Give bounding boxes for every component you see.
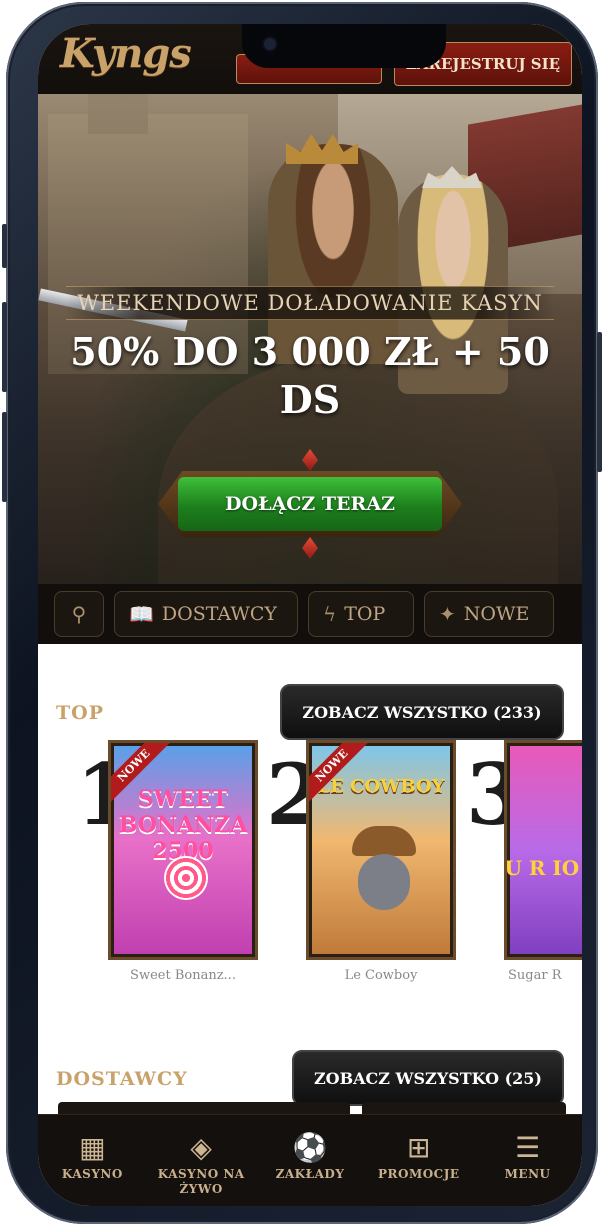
football-icon: ⚽: [292, 1131, 328, 1164]
tab-search[interactable]: ⚲: [54, 591, 104, 637]
phone-frame: Kyngs ZAREJESTRUJ SIĘ WEEKENDOWE DOŁADOW…: [2, 2, 602, 1224]
nav-promotions[interactable]: ⊞ PROMOCJE: [369, 1133, 469, 1182]
lightning-icon: ϟ: [323, 602, 337, 626]
cards-icon: ◈: [190, 1131, 212, 1164]
promo-title: 50% DO 3 000 ZŁ + 50 DS: [70, 329, 550, 422]
mute-switch: [2, 224, 7, 268]
lollipop-icon: [164, 856, 208, 900]
tab-label: DOSTAWCY: [161, 603, 277, 625]
game-title: Sweet Bonanz...: [130, 968, 236, 983]
nav-label: PROMOCJE: [378, 1167, 460, 1181]
game-card[interactable]: SU R IO: [504, 740, 582, 960]
tab-label: TOP: [344, 603, 386, 625]
category-tabs: ⚲ 📖 DOSTAWCY ϟ TOP ✦ NOWE: [38, 584, 582, 644]
game-card[interactable]: SWEET BONANZA 2500 NOWE: [108, 740, 258, 960]
view-all-top-button[interactable]: ZOBACZ WSZYSTKO (233): [280, 684, 564, 740]
nav-label: KASYNO: [61, 1167, 123, 1181]
kyngs-logo[interactable]: Kyngs: [60, 30, 192, 77]
hero-banner[interactable]: WEEKENDOWE DOŁADOWANIE KASYN 50% DO 3 00…: [38, 94, 582, 644]
section-title-providers: DOSTAWCY: [56, 1068, 188, 1090]
game-art-title: SWEET BONANZA 2500: [118, 786, 248, 864]
main-content: TOP ZOBACZ WSZYSTKO (233) 1 SWEET BONANZ…: [38, 644, 582, 1134]
notch: [242, 24, 446, 68]
tab-providers[interactable]: 📖 DOSTAWCY: [114, 591, 298, 637]
game-title: Le Cowboy: [344, 968, 418, 983]
front-camera: [264, 38, 276, 50]
game-art-title: LE COWBOY: [317, 776, 445, 797]
bottom-navigation: ▦ KASYNO ◈ KASYNO NA ŻYWO ⚽ ZAKŁADY ⊞ PR…: [38, 1114, 582, 1206]
nav-casino[interactable]: ▦ KASYNO: [42, 1133, 142, 1182]
nav-live-casino[interactable]: ◈ KASYNO NA ŻYWO: [151, 1133, 251, 1197]
cowboy-hat-icon: [352, 826, 416, 856]
volume-up-button: [2, 302, 7, 392]
search-icon: ⚲: [71, 602, 87, 626]
gem-bottom-icon: [302, 537, 318, 559]
game-title: Sugar R: [508, 968, 562, 983]
menu-search-icon: ☰: [515, 1131, 541, 1164]
gift-icon: ⊞: [407, 1131, 431, 1164]
gift-box-icon: ✦: [439, 602, 456, 626]
view-all-providers-button[interactable]: ZOBACZ WSZYSTKO (25): [292, 1050, 564, 1106]
raccoon-icon: [358, 854, 410, 910]
nav-label: MENU: [504, 1167, 551, 1181]
nav-bets[interactable]: ⚽ ZAKŁADY: [260, 1133, 360, 1182]
slot-machine-icon: ▦: [79, 1131, 106, 1164]
nav-label: ZAKŁADY: [275, 1167, 345, 1181]
volume-down-button: [2, 412, 7, 502]
game-card[interactable]: LE COWBOY NOWE: [306, 740, 456, 960]
cta-wrapper: DOŁĄCZ TERAZ: [158, 449, 462, 559]
game-item[interactable]: 3 SU R IO Sugar R: [466, 740, 582, 1000]
tab-label: NOWE: [463, 603, 530, 625]
screen: Kyngs ZAREJESTRUJ SIĘ WEEKENDOWE DOŁADOW…: [38, 24, 582, 1206]
nav-menu[interactable]: ☰ MENU: [478, 1133, 578, 1182]
tab-top[interactable]: ϟ TOP: [308, 591, 414, 637]
book-icon: 📖: [129, 602, 154, 626]
gem-top-icon: [302, 449, 318, 471]
nav-label: KASYNO NA ŻYWO: [157, 1167, 245, 1196]
promo-subtitle: WEEKENDOWE DOŁADOWANIE KASYN: [66, 286, 554, 320]
power-button: [597, 332, 602, 472]
section-title-top: TOP: [56, 702, 104, 724]
game-thumbnail: SU R IO: [507, 746, 582, 954]
game-art-title: SU R IO: [504, 856, 580, 880]
join-now-button[interactable]: DOŁĄCZ TERAZ: [178, 477, 442, 531]
tab-new[interactable]: ✦ NOWE: [424, 591, 554, 637]
